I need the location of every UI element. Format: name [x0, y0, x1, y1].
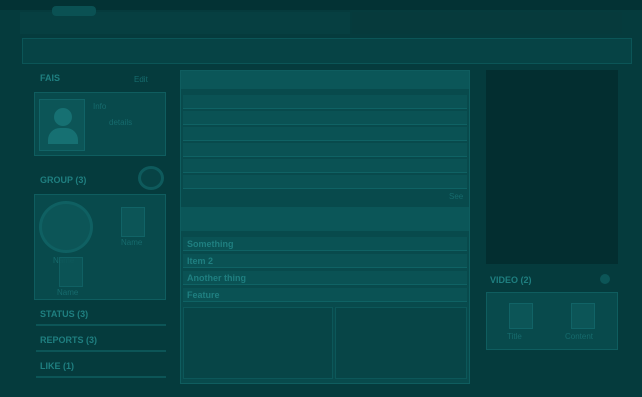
member-3-icon[interactable]	[59, 257, 83, 287]
link-text: Item 2	[187, 256, 214, 266]
left-column: FAIS Edit Info details GROUP (3) Name Na…	[30, 70, 170, 385]
video-label-1: Title	[507, 332, 522, 341]
video-thumb-1-icon[interactable]	[509, 303, 533, 329]
see-more-link[interactable]: See	[449, 193, 463, 201]
profile-detail: details	[109, 118, 133, 127]
settings-icon[interactable]	[138, 166, 164, 190]
group-member-3: Name	[57, 288, 79, 297]
top-bar	[0, 0, 642, 10]
list-item[interactable]	[183, 143, 467, 157]
section-title-group: GROUP (3)	[40, 175, 87, 185]
section-header	[181, 207, 469, 231]
divider	[36, 324, 166, 326]
list-item[interactable]	[183, 159, 467, 173]
video-card: Title Content	[486, 292, 618, 350]
logo-mark[interactable]	[52, 6, 96, 16]
right-column: VIDEO (2) Title Content	[482, 70, 622, 360]
stat-reports[interactable]: REPORTS (3)	[40, 336, 97, 345]
close-icon[interactable]	[600, 274, 610, 284]
stat-like[interactable]: LIKE (1)	[40, 362, 74, 371]
link-row[interactable]: Item 2	[183, 254, 467, 268]
ad-slot	[486, 70, 618, 264]
content-pane-left	[183, 307, 333, 379]
video-title: VIDEO (2)	[490, 275, 532, 285]
content-pane-right	[335, 307, 467, 379]
group-avatar[interactable]	[39, 201, 93, 253]
divider	[36, 376, 166, 378]
group-card: Name Name Name	[34, 194, 166, 300]
header-right	[352, 12, 622, 34]
avatar-head-icon	[54, 108, 72, 126]
link-text: Another thing	[187, 273, 246, 283]
avatar[interactable]	[39, 99, 85, 151]
profile-name: Info	[93, 102, 107, 111]
list-header	[181, 71, 469, 89]
profile-card: Info details	[34, 92, 166, 156]
avatar-body-icon	[48, 128, 78, 144]
center-column: See Something Item 2 Another thing Featu…	[180, 70, 470, 384]
list-item[interactable]	[183, 175, 467, 189]
member-2-icon[interactable]	[121, 207, 145, 237]
video-thumb-2-icon[interactable]	[571, 303, 595, 329]
list-item[interactable]	[183, 111, 467, 125]
link-text: Feature	[187, 290, 220, 300]
stat-status[interactable]: STATUS (3)	[40, 310, 88, 319]
link-row[interactable]: Something	[183, 237, 467, 251]
link-row[interactable]: Feature	[183, 288, 467, 302]
list-item[interactable]	[183, 95, 467, 109]
divider	[36, 350, 166, 352]
group-member-2: Name	[121, 238, 143, 247]
link-row[interactable]: Another thing	[183, 271, 467, 285]
list-item[interactable]	[183, 127, 467, 141]
edit-link[interactable]: Edit	[134, 76, 148, 84]
video-label-2: Content	[565, 332, 594, 341]
nav-bar	[22, 38, 632, 64]
link-text: Something	[187, 239, 234, 249]
section-title-fais: FAIS	[40, 73, 61, 83]
